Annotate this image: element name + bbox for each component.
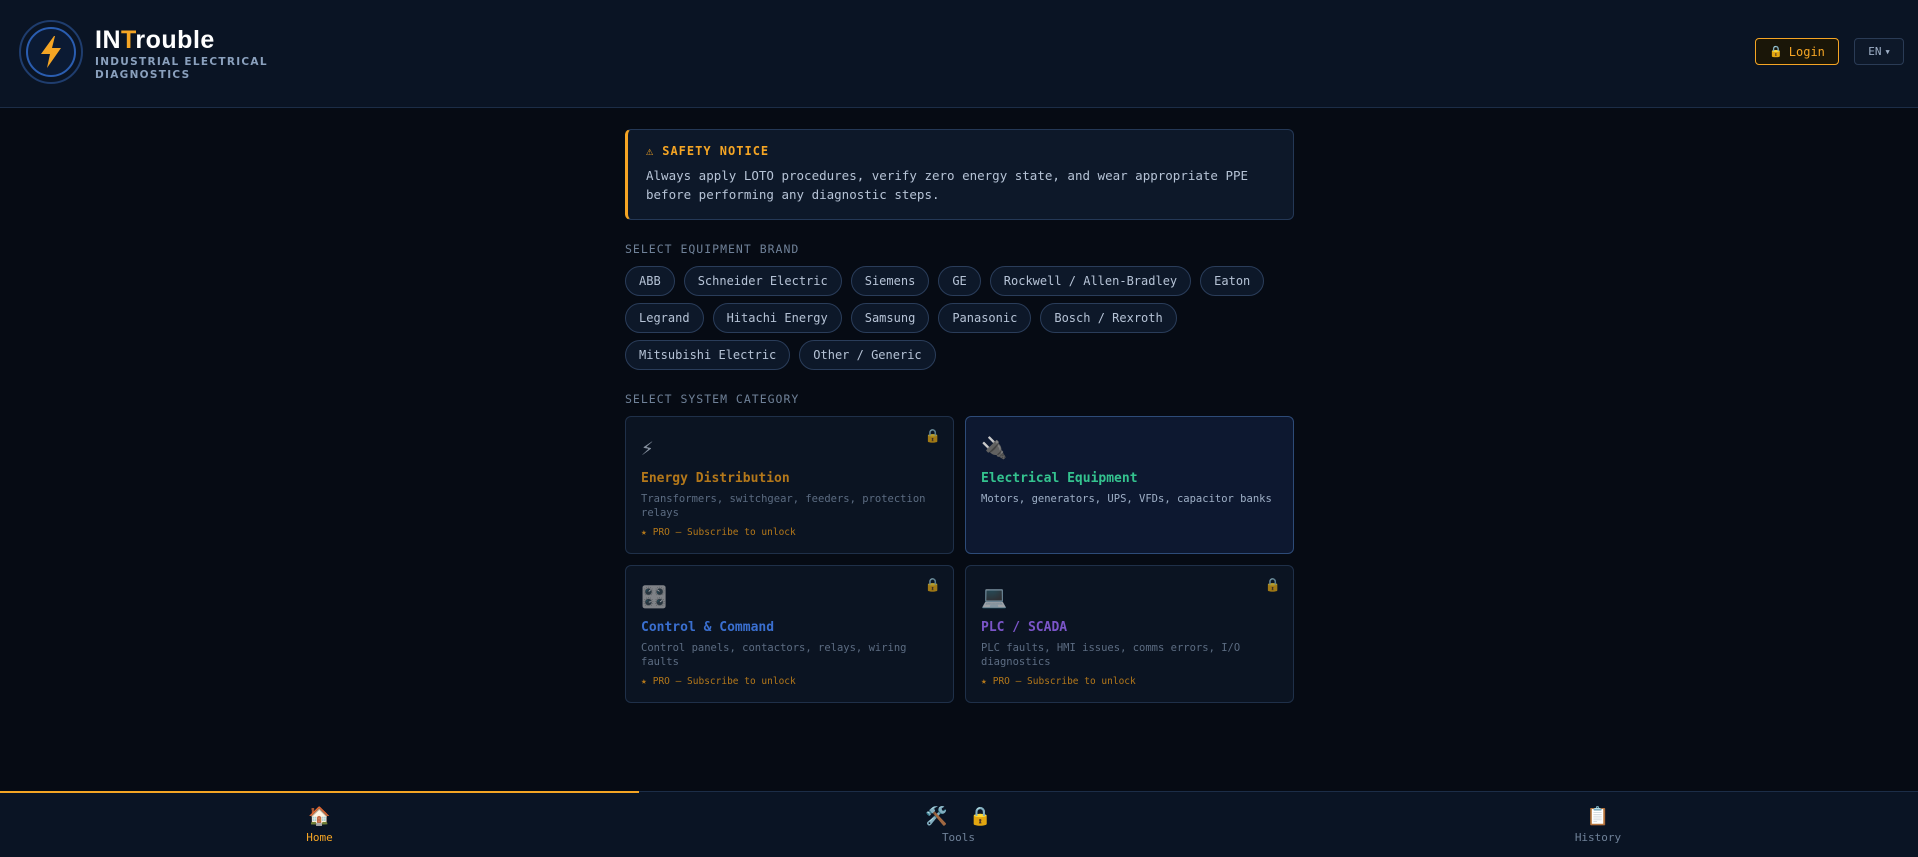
chevron-down-icon: ▼ — [1885, 47, 1890, 56]
brand-chip-abb[interactable]: ABB — [625, 266, 675, 296]
category-title: Electrical Equipment — [981, 471, 1138, 486]
category-card-energy-distribution[interactable]: 🔒 ⚡ Energy Distribution Transformers, sw… — [625, 416, 954, 554]
brand-chip-eaton[interactable]: Eaton — [1200, 266, 1265, 296]
language-label: EN — [1868, 45, 1882, 58]
nav-history-label: History — [1574, 831, 1622, 844]
brand-chip-hitachi[interactable]: Hitachi Energy — [712, 303, 842, 333]
main-content: ⚠ SAFETY NOTICE Always apply LOTO proced… — [625, 129, 1294, 703]
clipboard-icon: 📋 — [1586, 806, 1610, 827]
star-icon: ★ — [641, 676, 647, 687]
lock-icon: 🔒 — [1769, 45, 1783, 58]
safety-text: Always apply LOTO procedures, verify zer… — [646, 168, 1249, 202]
app-title: INTrouble — [95, 26, 215, 54]
brand-chip-rockwell[interactable]: Rockwell / Allen-Bradley — [989, 266, 1192, 296]
plug-icon: 🔌 — [981, 436, 1008, 460]
app-subtitle: INDUSTRIAL ELECTRICAL DIAGNOSTICS — [95, 56, 268, 81]
home-icon: 🏠 — [308, 806, 331, 827]
nav-home[interactable]: 🏠 Home — [0, 792, 639, 857]
category-card-plc-scada[interactable]: 🔒 💻 PLC / SCADA PLC faults, HMI issues, … — [965, 565, 1294, 703]
category-title: Energy Distribution — [641, 471, 790, 486]
pro-badge: ★ PRO — Subscribe to unlock — [641, 676, 796, 687]
safety-title: SAFETY NOTICE — [662, 144, 770, 158]
category-title: Control & Command — [641, 620, 775, 635]
brand-chip-schneider[interactable]: Schneider Electric — [683, 266, 842, 296]
brand-chip-bosch[interactable]: Bosch / Rexroth — [1040, 303, 1177, 333]
category-description: Control panels, contactors, relays, wiri… — [641, 642, 907, 668]
category-grid: 🔒 ⚡ Energy Distribution Transformers, sw… — [625, 416, 1294, 703]
category-title: PLC / SCADA — [981, 620, 1068, 635]
nav-tools-label: Tools — [941, 831, 976, 844]
category-card-control-command[interactable]: 🔒 🎛️ Control & Command Control panels, c… — [625, 565, 954, 703]
category-section-label: SELECT SYSTEM CATEGORY — [625, 392, 800, 406]
pro-badge: ★ PRO — Subscribe to unlock — [641, 527, 796, 538]
category-description: Motors, generators, UPS, VFDs, capacitor… — [981, 493, 1272, 505]
brand-section-label: SELECT EQUIPMENT BRAND — [625, 242, 800, 256]
category-description: Transformers, switchgear, feeders, prote… — [641, 493, 926, 519]
bottom-navigation: 🏠 Home 🛠️ 🔒 Tools 📋 History — [0, 791, 1918, 857]
logo — [19, 20, 83, 84]
brand-chip-panasonic[interactable]: Panasonic — [938, 303, 1032, 333]
category-description: PLC faults, HMI issues, comms errors, I/… — [981, 642, 1241, 668]
brand-chip-other[interactable]: Other / Generic — [799, 340, 936, 370]
brand-chip-legrand[interactable]: Legrand — [625, 303, 704, 333]
brand-list: ABB Schneider Electric Siemens GE Rockwe… — [625, 266, 1294, 370]
tools-icon: 🛠️ — [925, 806, 948, 827]
brand-chip-samsung[interactable]: Samsung — [850, 303, 930, 333]
brand-chip-mitsubishi[interactable]: Mitsubishi Electric — [625, 340, 791, 370]
brand-chip-siemens[interactable]: Siemens — [850, 266, 930, 296]
lightning-bolt-icon — [41, 36, 61, 68]
warning-icon: ⚠ — [646, 144, 655, 158]
star-icon: ★ — [981, 676, 987, 687]
app-header: INTrouble INDUSTRIAL ELECTRICAL DIAGNOST… — [0, 0, 1918, 108]
nav-tools[interactable]: 🛠️ 🔒 Tools — [639, 792, 1278, 857]
nav-home-label: Home — [306, 831, 333, 844]
star-icon: ★ — [641, 527, 647, 538]
safety-notice: ⚠ SAFETY NOTICE Always apply LOTO proced… — [625, 129, 1294, 220]
control-knobs-icon: 🎛️ — [641, 585, 668, 609]
lock-icon: 🔒 — [969, 806, 992, 827]
brand-chip-ge[interactable]: GE — [938, 266, 981, 296]
laptop-icon: 💻 — [981, 585, 1008, 609]
login-button[interactable]: 🔒 Login — [1755, 38, 1839, 65]
pro-badge: ★ PRO — Subscribe to unlock — [981, 676, 1136, 687]
login-label: Login — [1788, 44, 1825, 59]
nav-history[interactable]: 📋 History — [1278, 792, 1918, 857]
lightning-icon: ⚡ — [641, 436, 654, 460]
category-card-electrical-equipment[interactable]: 🔌 Electrical Equipment Motors, generator… — [965, 416, 1294, 554]
language-selector[interactable]: EN ▼ — [1854, 38, 1904, 65]
